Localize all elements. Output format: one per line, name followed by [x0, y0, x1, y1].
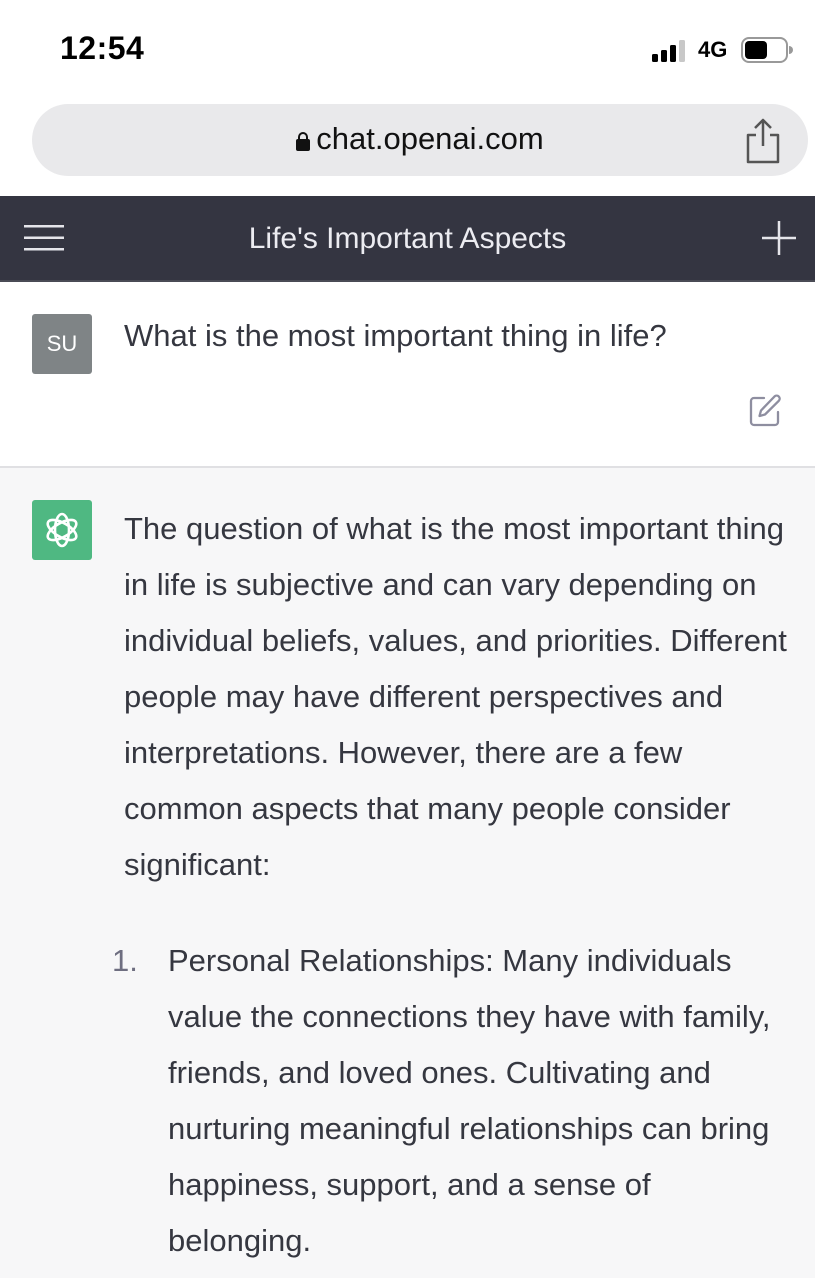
url-text: chat.openai.com: [316, 121, 544, 156]
new-chat-plus-icon[interactable]: [762, 221, 796, 255]
openai-logo-icon: [46, 512, 78, 548]
user-avatar: SU: [32, 314, 92, 374]
list-item: 1. Personal Relationships: Many individu…: [112, 933, 802, 1269]
share-icon[interactable]: [743, 118, 783, 164]
url-display[interactable]: chat.openai.com: [32, 104, 808, 176]
network-type: 4G: [698, 37, 728, 62]
assistant-avatar: [32, 500, 92, 560]
assistant-ordered-list: 1. Personal Relationships: Many individu…: [112, 933, 802, 1269]
chat-header: Life's Important Aspects: [0, 196, 815, 282]
battery-icon: [741, 37, 793, 63]
assistant-message: The question of what is the most importa…: [0, 468, 815, 1278]
lock-icon: [296, 132, 311, 151]
user-message-text: What is the most important thing in life…: [124, 318, 667, 353]
list-item-number: 1.: [112, 943, 138, 978]
edit-icon[interactable]: [748, 394, 782, 428]
list-item-text: Personal Relationships: Many individuals…: [168, 943, 771, 1258]
status-time: 12:54: [60, 30, 145, 66]
address-bar[interactable]: chat.openai.com: [32, 104, 808, 176]
signal-icon: [652, 40, 685, 62]
user-message: SU What is the most important thing in l…: [0, 282, 815, 468]
status-bar: 12:54 4G: [0, 0, 815, 100]
conversation-title: Life's Important Aspects: [248, 222, 567, 255]
assistant-intro-text: The question of what is the most importa…: [124, 511, 787, 882]
